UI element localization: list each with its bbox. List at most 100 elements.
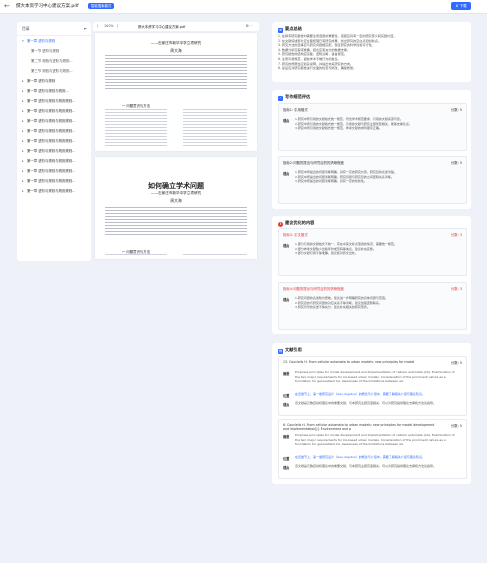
outline-item[interactable]: 第三节 测验与进阶与规则... [17,66,91,76]
top-bar: ← 撰大本资学习中心建议方案.pdf 智能搜索模式 ⬇ 下载 [0,0,487,14]
text-line [183,121,247,122]
document-toolbar: ⟨ 100% ⟩ 撰大本资学习中心建议方案.pdf ⊞ ⋯ [93,22,259,31]
text-line [105,210,247,211]
reason-label: 理由 [283,403,290,407]
references-panel: ▤ 文献引用 13. Couclelis H. From cellular aut… [272,343,471,484]
text-line [105,88,247,89]
collapse-icon[interactable]: ⇤ [84,26,87,32]
text-line [105,139,167,140]
page1-section-heading: 一 问题意识与方法 [121,104,151,108]
outline-item-label: 第一节 进阶与规则 [31,49,60,53]
text-line [183,145,247,146]
reason-text: 1.部分引用的文献格式不统一，存在中英文标点混用的情况，需要统一规范。 2.部分参… [295,242,460,256]
outline-item-label: 第一章 进阶与规则与规则规则... [27,129,76,133]
outline-item[interactable]: ▸ 第一章 进阶与规则与规则... [17,86,91,96]
text-line [105,124,167,125]
reason-text: 1.研究中所引用的文献格式统一规范，符合学术规范要求，引用的文献来源可靠。 2.研… [295,117,460,131]
outline-item[interactable]: ▾ 第一章 进阶与规则 [17,36,91,46]
text-line [105,219,247,220]
location-label: 位置 [283,394,290,398]
warning-icon: ! [278,222,283,227]
text-line [105,67,247,68]
card-title: 指标4:问题的提出与研究目的的清晰程度 [283,287,344,291]
outline-item-label: 第一章 进阶与规则与规则... [27,89,69,93]
outline-item-label: 第一章 进阶与规则与规则规则... [27,109,76,113]
document-page-1: ——石家庄市新华中学立项研究 周大海 一 问题意识与方法 [95,33,257,151]
text-line [105,234,247,235]
check-icon: ✓ [278,96,283,101]
text-line [183,142,247,143]
outline-item[interactable]: ▸ 第一章 进阶与规则与规则规则... [17,186,91,196]
summary-icon: ≡ [278,28,283,33]
text-line [105,61,247,62]
toolbar-more-icon[interactable]: ⊞ ⋯ [246,24,253,28]
text-line [105,76,247,77]
evaluation-card: 指标4:问题的提出与研究目的的清晰程度 分数: 3 理由 1.研究问题的表述较为笼统，… [278,282,467,330]
reason-label: 理由 [283,298,290,302]
outline-item[interactable]: ▸ 第一章 进阶与规则与规则规则... [17,156,91,166]
document-page-2: 如何确立学术问题 ——石家庄市新华中学立项研究 周大海 一 问题意识与方法 [95,157,257,259]
zoom-level[interactable]: 100% [104,24,114,28]
text-line [105,225,247,226]
summary-header: ≡ 要点总结 [278,26,302,33]
reference-title[interactable]: 13. Couclelis H. From cellular automata … [283,360,440,364]
download-button[interactable]: ⬇ 下载 [451,2,471,10]
reason-line: 3.研究中所引用的文献格式统一规范，参考文献的排列顺序正确。 [295,126,382,130]
reference-title[interactable]: 6. Couclelis H. From cellular automata t… [283,423,440,432]
mode-badge[interactable]: 智能搜索模式 [88,3,115,9]
prev-page-icon[interactable]: ⟨ [97,24,98,28]
text-line [105,213,247,214]
card-title: 指标1: 引用格式 [283,108,308,112]
evaluation-card: 指标3: 引文格式 分数: 3 理由 1.部分引用的文献格式不统一，存在中英文标点混用… [278,228,467,276]
text-line [105,231,247,232]
outline-item[interactable]: ▸ 第一章 进阶与规则与规则规则... [17,116,91,126]
outline-title: 目录 [22,26,30,31]
outline-item[interactable]: ▸ 第一章 进阶与规则与规则规则... [17,146,91,156]
text-line [105,216,247,217]
score-badge: 分数: 3 [450,233,462,237]
outline-item-label: 第三节 测验与进阶与规则... [31,69,73,73]
reference-card: 13. Couclelis H. From cellular automata … [278,356,467,416]
reference-card: 6. Couclelis H. From cellular automata t… [278,419,467,479]
text-line [183,139,247,140]
next-page-icon[interactable]: ⟩ [117,24,118,28]
text-line [105,130,167,131]
outline-item-label: 第二节 测验与进阶与规则... [31,59,73,63]
text-line [105,64,247,65]
outline-item-label: 第一章 进阶与规则与规则规则... [27,149,76,153]
outline-item[interactable]: ▸ 第一章 进阶与规则与规则规则... [17,136,91,146]
references-header: ▤ 文献引用 [278,347,302,354]
text-line [105,118,167,119]
back-arrow-icon[interactable]: ← [4,2,10,10]
outline-item[interactable]: 第二节 测验与进阶与规则... [17,56,91,66]
outline-item[interactable]: ▸ 第一章 进阶与规则 [17,76,91,86]
text-line [105,55,247,56]
outline-item[interactable]: ▸ 第一章 进阶与规则与规则规则... [17,176,91,186]
text-line [105,73,247,74]
summary-item: 8. 最后应对研究报告进行全面的检查与修改，确保质量。 [278,66,357,71]
outline-item[interactable]: ▸ 第一章 进阶与规则与规则规则... [17,126,91,136]
reason-text: 1.研究问题的表述较为笼统，建议进一步明确研究的具体问题与范围。 2.研究目的与研… [295,296,460,310]
review-panel: ✓ 写作规范评估 指标1: 引用格式 分数: 5 理由 1.研究中所引用的文献格式统一规… [272,90,471,209]
outline-item[interactable]: 第一节 进阶与规则 [17,46,91,56]
outline-list: ▾ 第一章 进阶与规则第一节 进阶与规则第二节 测验与进阶与规则... 第三节 测验… [17,36,91,196]
location-text[interactable]: 在该章节上，第一章研究设计（Geo-Algebra）的概念与介绍中，需要了解相关… [295,392,460,397]
score-badge: 分数: 5 [450,424,462,428]
outline-item[interactable]: ▸ 第一章 进阶与规则与规则规则... [17,166,91,176]
card-title: 指标3: 引文格式 [283,233,308,237]
location-label: 位置 [283,457,290,461]
score-badge: 分数: 5 [450,361,462,365]
location-text[interactable]: 在该章节上，第一章研究设计（Geo-Algebra）的概念与介绍中，需要了解相关… [295,455,460,460]
text-line [183,109,247,110]
text-line [183,130,247,131]
text-line [105,70,247,71]
outline-item-label: 第一章 进阶与规则 [27,39,56,43]
reason-line: 3.研究中所提出的问题清晰明确，具有一定的创新性。 [295,179,367,183]
outline-item-label: 第一章 进阶与规则与规则规则... [27,189,76,193]
outline-item-label: 第一章 进阶与规则与规则规则... [27,159,76,163]
outline-panel: 目录 ⇤ ▾ 第一章 进阶与规则第一节 进阶与规则第二节 测验与进阶与规则... 第… [17,22,91,261]
text-line [105,145,167,146]
summary-label: 摘要 [283,372,290,376]
score-badge: 分数: 5 [450,108,462,112]
reason-label: 理由 [283,119,290,123]
